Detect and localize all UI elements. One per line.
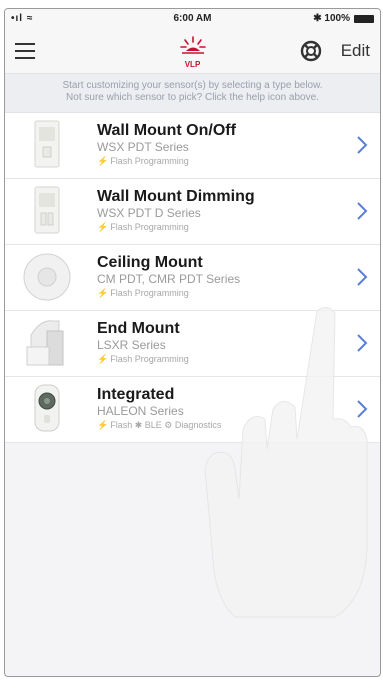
sensor-feature: ⚡ Flash Programming xyxy=(97,287,340,299)
sensor-row-integrated[interactable]: Integrated HALEON Series ⚡ Flash ✱ BLE ⚙ … xyxy=(5,377,380,443)
sensor-row-wall-mount-dimming[interactable]: Wall Mount Dimming WSX PDT D Series ⚡ Fla… xyxy=(5,179,380,245)
sensor-title: Wall Mount Dimming xyxy=(97,188,255,205)
sensor-type-list: Wall Mount On/Off WSX PDT Series ⚡ Flash … xyxy=(5,113,380,443)
phone-frame: •ıl ≈ 6:00 AM ✱ 100% VLP Edit Start cust… xyxy=(4,8,381,677)
battery-text: ✱ 100% xyxy=(313,13,350,24)
flash-icon: ⚡ xyxy=(97,354,109,364)
status-bar: •ıl ≈ 6:00 AM ✱ 100% xyxy=(5,9,380,29)
feature-text: Flash Programming xyxy=(110,222,189,232)
flash-icon: ⚡ xyxy=(97,222,109,232)
chevron-right-icon xyxy=(357,400,368,418)
ceiling-sensor-thumbnail xyxy=(19,251,75,303)
sensor-title: Integrated xyxy=(97,386,175,403)
sensor-series: WSX PDT Series xyxy=(97,140,189,154)
sensor-feature: ⚡ Flash Programming xyxy=(97,221,340,233)
wall-switch-thumbnail xyxy=(19,119,75,171)
hamburger-menu-icon[interactable] xyxy=(15,43,35,59)
instructions-banner: Start customizing your sensor(s) by sele… xyxy=(5,74,380,113)
sensor-series: LSXR Series xyxy=(97,338,166,352)
sensor-feature: ⚡ Flash ✱ BLE ⚙ Diagnostics xyxy=(97,419,340,431)
sensor-series: HALEON Series xyxy=(97,404,184,418)
logo-text: VLP xyxy=(184,60,201,69)
feature-text: Flash Programming xyxy=(110,156,189,166)
chevron-right-icon xyxy=(357,202,368,220)
sensor-title: Wall Mount On/Off xyxy=(97,122,236,139)
nav-bar: VLP Edit xyxy=(5,29,380,74)
feature-text: Flash Programming xyxy=(110,288,189,298)
battery-indicator: ✱ 100% xyxy=(313,13,374,24)
sensor-row-end-mount[interactable]: End Mount LSXR Series ⚡ Flash Programming xyxy=(5,311,380,377)
logo-burst-icon xyxy=(179,36,206,54)
sensor-row-wall-mount-on-off[interactable]: Wall Mount On/Off WSX PDT Series ⚡ Flash … xyxy=(5,113,380,179)
sensor-series: CM PDT, CMR PDT Series xyxy=(97,272,241,286)
app-logo: VLP xyxy=(173,35,213,69)
sensor-title: Ceiling Mount xyxy=(97,254,203,271)
sensor-series: WSX PDT D Series xyxy=(97,206,201,220)
end-mount-thumbnail xyxy=(19,317,75,369)
sensor-row-ceiling-mount[interactable]: Ceiling Mount CM PDT, CMR PDT Series ⚡ Fl… xyxy=(5,245,380,311)
instructions-line-2: Not sure which sensor to pick? Click the… xyxy=(66,92,319,103)
chevron-right-icon xyxy=(357,334,368,352)
chevron-right-icon xyxy=(357,136,368,154)
integrated-sensor-thumbnail xyxy=(19,383,75,435)
flash-icon: ⚡ xyxy=(97,420,109,430)
edit-button[interactable]: Edit xyxy=(341,41,370,61)
wall-dimmer-thumbnail xyxy=(19,185,75,237)
instructions-line-1: Start customizing your sensor(s) by sele… xyxy=(62,80,323,91)
sensor-title: End Mount xyxy=(97,320,180,337)
sensor-feature: ⚡ Flash Programming xyxy=(97,353,340,365)
sensor-feature: ⚡ Flash Programming xyxy=(97,155,340,167)
help-lifebuoy-icon[interactable] xyxy=(300,40,322,62)
feature-text: Flash Programming xyxy=(110,354,189,364)
flash-icon: ⚡ xyxy=(97,156,109,166)
battery-icon xyxy=(354,14,374,23)
flash-icon: ⚡ xyxy=(97,288,109,298)
feature-text: Flash ✱ BLE ⚙ Diagnostics xyxy=(110,420,222,430)
chevron-right-icon xyxy=(357,268,368,286)
